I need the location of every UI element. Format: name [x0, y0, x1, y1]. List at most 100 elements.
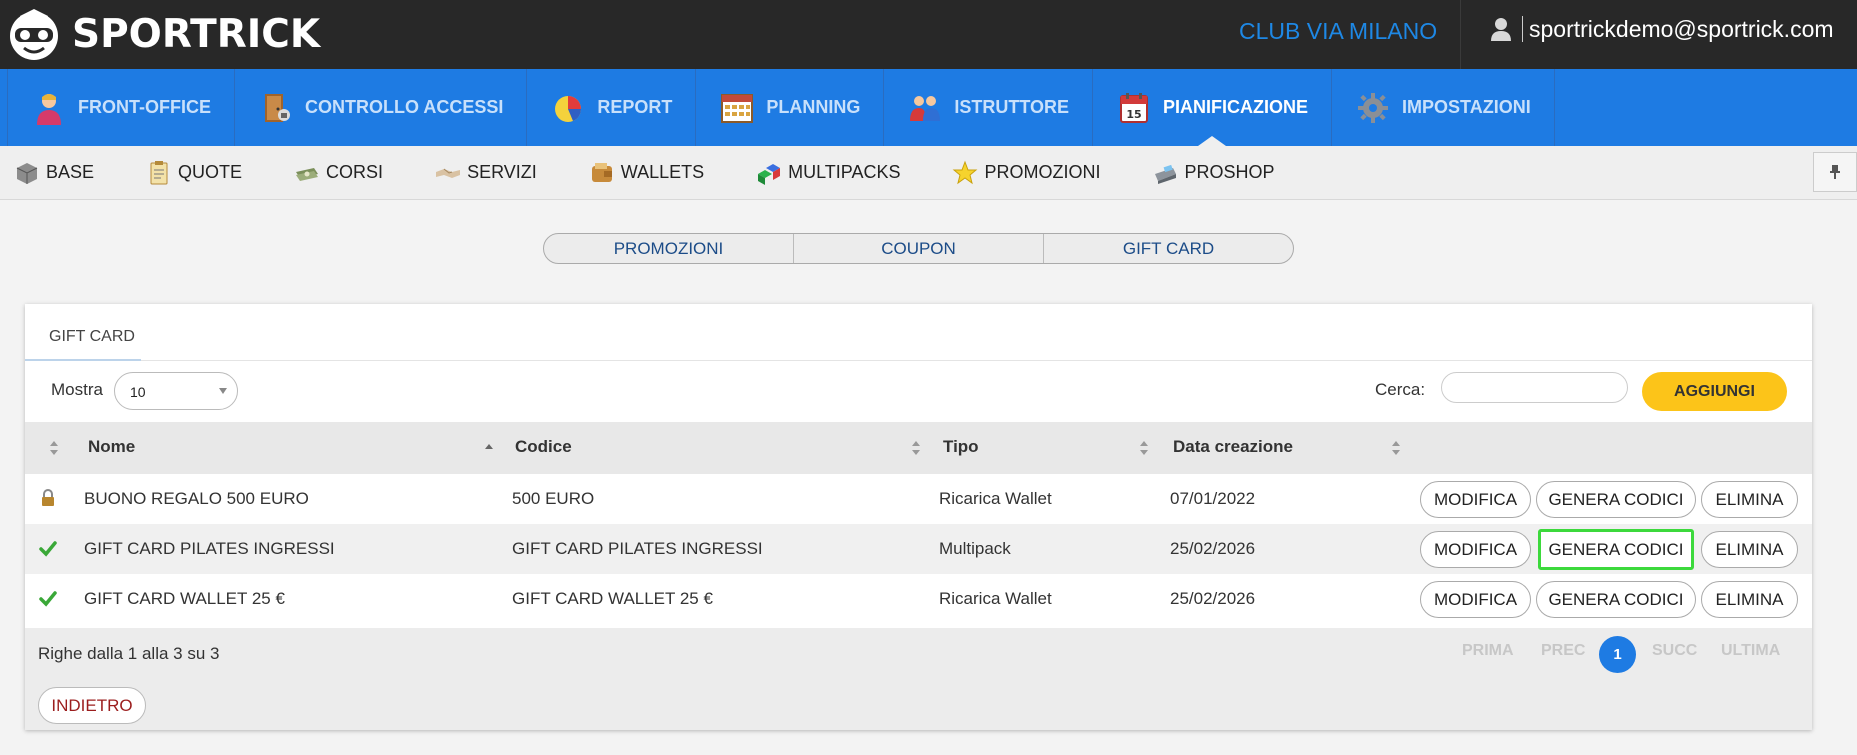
top-bar: SPORTRICK CLUB VIA MILANO sportrickdemo@… [0, 0, 1857, 69]
nav-impostazioni[interactable]: IMPOSTAZIONI [1332, 69, 1555, 146]
subnav-quote[interactable]: QUOTE [146, 146, 242, 199]
pager-last[interactable]: ULTIMA [1721, 642, 1780, 660]
goggles-mascot-icon [10, 9, 58, 60]
cell-codice: GIFT CARD PILATES INGRESSI [512, 539, 763, 558]
user-menu[interactable]: sportrickdemo@sportrick.com [1490, 16, 1834, 42]
handshake-icon [436, 168, 461, 178]
sort-icon[interactable] [1391, 440, 1401, 456]
subnav-base[interactable]: BASE [14, 146, 94, 199]
svg-text:15: 15 [1126, 108, 1141, 121]
chevron-down-icon [219, 388, 227, 394]
subnav-label: MULTIPACKS [788, 162, 901, 182]
panel-title: GIFT CARD [49, 328, 135, 345]
subnav-corsi[interactable]: CORSI [294, 146, 383, 199]
cell-tipo: Ricarica Wallet [939, 589, 1052, 608]
pager-next[interactable]: SUCC [1652, 642, 1697, 660]
gear-icon [1358, 92, 1389, 123]
nav-pianificazione[interactable]: 15 PIANIFICAZIONE [1093, 69, 1333, 146]
user-email: sportrickdemo@sportrick.com [1522, 16, 1834, 42]
table-row: BUONO REGALO 500 EURO 500 EURO Ricarica … [25, 474, 1812, 524]
edit-button[interactable]: MODIFICA [1420, 581, 1531, 618]
header-divider [1460, 0, 1461, 69]
tab-promozioni[interactable]: PROMOZIONI [544, 234, 794, 263]
door-access-icon [265, 93, 290, 122]
subnav-label: PROMOZIONI [984, 162, 1101, 182]
add-button[interactable]: AGGIUNGI [1642, 372, 1787, 411]
subnav-label: PROSHOP [1184, 162, 1275, 182]
club-name[interactable]: CLUB VIA MILANO [1239, 18, 1437, 45]
subnav-servizi[interactable]: SERVIZI [435, 146, 537, 199]
main-nav: FRONT-OFFICE CONTROLLO ACCESSI REPORT PL… [0, 69, 1857, 146]
subnav-label: QUOTE [178, 162, 243, 182]
edit-button[interactable]: MODIFICA [1420, 481, 1531, 518]
cell-nome: BUONO REGALO 500 EURO [84, 489, 309, 508]
cell-codice: GIFT CARD WALLET 25 € [512, 589, 713, 608]
pager-prev[interactable]: PREC [1541, 642, 1585, 660]
cell-tipo: Ricarica Wallet [939, 489, 1052, 508]
pager-first[interactable]: PRIMA [1462, 642, 1514, 660]
table-header: Nome Codice Tipo Data creazione [25, 422, 1812, 474]
receptionist-icon [37, 93, 61, 125]
rows-info: Righe dalla 1 alla 3 su 3 [38, 644, 220, 663]
column-header-tipo[interactable]: Tipo [943, 437, 979, 457]
wallet-icon [591, 162, 612, 182]
search-input[interactable] [1441, 372, 1628, 403]
pin-button[interactable] [1813, 152, 1857, 192]
subnav-label: SERVIZI [467, 162, 537, 182]
lock-icon [42, 489, 54, 506]
table-footer: Righe dalla 1 alla 3 su 3 PRIMA PREC 1 S… [25, 628, 1812, 730]
back-button[interactable]: INDIETRO [38, 687, 146, 724]
subnav-multipacks[interactable]: MULTIPACKS [756, 146, 900, 199]
nav-front-office[interactable]: FRONT-OFFICE [7, 69, 235, 146]
pager-current-page[interactable]: 1 [1599, 636, 1636, 673]
nav-label: CONTROLLO ACCESSI [305, 97, 504, 117]
column-header-nome[interactable]: Nome [88, 437, 135, 457]
sort-icon[interactable] [1139, 440, 1149, 456]
tab-gift-card[interactable]: GIFT CARD [1044, 234, 1293, 263]
nav-planning[interactable]: PLANNING [696, 69, 885, 146]
column-header-data-creazione[interactable]: Data creazione [1173, 437, 1293, 457]
sub-nav: BASE QUOTE CORSI SERVIZI WALLETS MULTIPA… [0, 146, 1857, 200]
nav-report[interactable]: REPORT [527, 69, 697, 146]
tab-coupon[interactable]: COUPON [794, 234, 1044, 263]
subnav-promozioni[interactable]: PROMOZIONI [952, 146, 1100, 199]
panel-title-underline [25, 359, 141, 361]
cell-data: 07/01/2022 [1170, 489, 1256, 508]
cell-codice: 500 EURO [512, 489, 595, 508]
sort-icon[interactable] [49, 440, 59, 456]
cell-data: 25/02/2026 [1170, 589, 1256, 608]
subnav-label: CORSI [326, 162, 384, 182]
section-tabs: PROMOZIONI COUPON GIFT CARD [543, 233, 1294, 264]
cash-register-icon [1155, 164, 1177, 184]
nav-label: PLANNING [766, 97, 861, 117]
panel-divider [25, 360, 1812, 361]
sort-asc-icon[interactable] [484, 440, 494, 456]
subnav-wallets[interactable]: WALLETS [589, 146, 704, 199]
search-label: Cerca: [1375, 380, 1426, 399]
edit-button[interactable]: MODIFICA [1420, 531, 1531, 568]
page-size-select[interactable]: 10 [114, 372, 238, 410]
subnav-proshop[interactable]: PROSHOP [1152, 146, 1275, 199]
table-row: GIFT CARD PILATES INGRESSI GIFT CARD PIL… [25, 524, 1812, 574]
cubes-icon [758, 163, 781, 185]
pin-icon [1830, 165, 1840, 179]
delete-button[interactable]: ELIMINA [1701, 481, 1798, 518]
star-icon [953, 160, 978, 184]
generate-codes-button[interactable]: GENERA CODICI [1538, 529, 1694, 570]
user-icon [1491, 18, 1511, 41]
brand-logo[interactable]: SPORTRICK [6, 4, 320, 64]
calendar-icon: 15 [1120, 92, 1149, 123]
check-icon [39, 591, 57, 607]
delete-button[interactable]: ELIMINA [1701, 581, 1798, 618]
people-icon [910, 95, 941, 121]
cell-data: 25/02/2026 [1170, 539, 1256, 558]
money-icon [296, 167, 319, 181]
column-header-codice[interactable]: Codice [515, 437, 572, 457]
nav-controllo-accessi[interactable]: CONTROLLO ACCESSI [235, 69, 528, 146]
page-size-value: 10 [130, 384, 146, 400]
generate-codes-button[interactable]: GENERA CODICI [1536, 581, 1696, 618]
nav-istruttore[interactable]: ISTRUTTORE [884, 69, 1094, 146]
sort-icon[interactable] [911, 440, 921, 456]
generate-codes-button[interactable]: GENERA CODICI [1536, 481, 1696, 518]
delete-button[interactable]: ELIMINA [1701, 531, 1798, 568]
